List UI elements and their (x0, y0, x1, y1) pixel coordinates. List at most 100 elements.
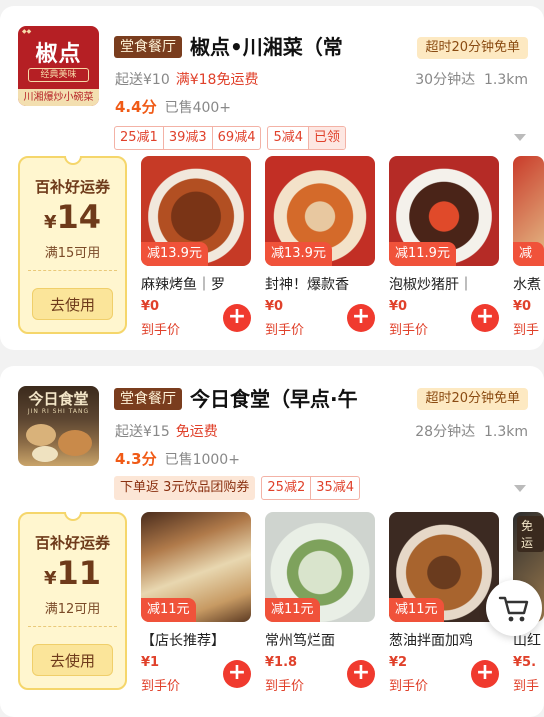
coupon-divider (28, 626, 117, 627)
promo-item: 35减4 (310, 477, 359, 499)
eta-distance: 30分钟达 1.3km (415, 69, 528, 89)
use-coupon-button[interactable]: 去使用 (32, 644, 113, 676)
dish-price: ¥5. (513, 655, 537, 670)
discount-tag: 减11元 (389, 598, 444, 622)
dish-price: ¥0 (513, 299, 532, 314)
shop-logo[interactable]: 今日食堂 JIN RI SHI TANG (18, 386, 99, 466)
dish-price: ¥0 (265, 299, 284, 314)
coupon-currency: ¥ (43, 212, 57, 233)
dish-name: 麻辣烤鱼｜罗 (141, 277, 225, 293)
promo-item: 69减4 (211, 127, 261, 149)
logo-food (58, 430, 92, 456)
coupon-amount: ¥14 (20, 198, 125, 236)
free-shipping-tag: 免运 (517, 516, 544, 552)
delivery-fee: 免运费 (175, 424, 218, 440)
cashback-promo[interactable]: 下单返 3元饮品团购券 (114, 476, 256, 500)
min-order: 起送¥10 (115, 72, 170, 88)
dish-name: 泡椒炒猪肝｜ (389, 277, 473, 293)
net-price-label: 到手 (513, 323, 540, 338)
logo-main-text: 椒点 (35, 41, 82, 67)
shop-card[interactable]: 今日食堂 JIN RI SHI TANG 堂食餐厅 今日食堂（早点·午 超时20… (0, 366, 544, 717)
distance: 1.3km (483, 424, 528, 440)
dish-price: ¥1.8 (265, 655, 298, 670)
net-price-label: 到手价 (389, 679, 429, 694)
promo-item: 25减2 (267, 480, 306, 495)
logo-mark: ◆◆ (22, 28, 32, 35)
logo-bottom-text: 川湘爆炒小碗菜 (18, 89, 99, 106)
lucky-coupon[interactable]: 百补好运券 ¥14 满15可用 去使用 (18, 156, 127, 334)
discount-tiers[interactable]: 25减2 35减4 (261, 476, 361, 500)
plus-icon[interactable]: + (223, 304, 251, 332)
plus-icon[interactable]: + (347, 304, 375, 332)
lucky-coupon[interactable]: 百补好运券 ¥11 满12可用 去使用 (18, 512, 127, 690)
delivery-info: 起送¥10 满¥18免运费 (115, 69, 258, 89)
shop-card[interactable]: ◆◆ 椒点 经典美味 川湘爆炒小碗菜 堂食餐厅 椒点•川湘菜（常 超时20分钟免… (0, 6, 544, 350)
shopping-cart-icon (498, 596, 529, 622)
dish-price: ¥0 (389, 299, 408, 314)
promo-item: 5减4 (273, 130, 304, 145)
use-coupon-button[interactable]: 去使用 (32, 288, 113, 320)
discount-tag: 减11.9元 (389, 242, 456, 266)
dish-price: ¥0 (141, 299, 160, 314)
late-free-badge: 超时20分钟免单 (417, 37, 528, 59)
dish-name: 【店长推荐】 (141, 633, 225, 649)
plus-icon[interactable]: + (471, 304, 499, 332)
dish-price: ¥1 (141, 655, 160, 670)
claimed-coupon[interactable]: 5减4 已领 (267, 126, 347, 150)
late-free-badge: 超时20分钟免单 (417, 388, 528, 410)
shop-name[interactable]: 椒点•川湘菜（常 (190, 31, 343, 60)
chevron-down-icon[interactable] (514, 134, 526, 141)
discount-tag: 减13.9元 (141, 242, 208, 266)
coupon-value: 11 (56, 554, 102, 592)
net-price-label: 到手价 (141, 679, 181, 694)
sold-count: 已售400+ (164, 100, 232, 116)
shop-name[interactable]: 今日食堂（早点·午 (190, 383, 358, 412)
promo-item: 39减3 (162, 127, 212, 149)
delivery-fee: 满¥18免运费 (175, 72, 259, 88)
floating-cart-button[interactable] (486, 580, 542, 636)
plus-icon[interactable]: + (223, 660, 251, 688)
dish-name: 水煮 (513, 277, 541, 293)
discount-tag: 减11元 (141, 598, 196, 622)
promo-item: 25减1 (120, 130, 158, 145)
coupon-amount: ¥11 (20, 554, 125, 592)
rating: 4.4分 (115, 98, 157, 116)
dish-price: ¥2 (389, 655, 408, 670)
promo-row: 下单返 3元饮品团购券 25减2 35减4 (114, 476, 361, 500)
coupon-title: 百补好运券 (34, 534, 110, 552)
delivery-info: 起送¥15 免运费 (115, 421, 218, 441)
plus-icon[interactable]: + (471, 660, 499, 688)
dish-item-partial[interactable]: 减1 水煮 ¥0 到手 (513, 156, 544, 346)
discount-tag: 减13.9元 (265, 242, 332, 266)
dish-name: 常州笃烂面 (265, 633, 335, 649)
coupon-condition: 满15可用 (44, 246, 101, 261)
logo-food (32, 446, 58, 462)
shop-logo[interactable]: ◆◆ 椒点 经典美味 川湘爆炒小碗菜 (18, 26, 99, 106)
claimed-label: 已领 (308, 127, 346, 149)
eta-distance: 28分钟达 1.3km (415, 421, 528, 441)
dine-in-tag: 堂食餐厅 (114, 388, 182, 410)
dish-name: 葱油拌面加鸡 (389, 633, 473, 649)
sold-count: 已售1000+ (164, 452, 240, 468)
chevron-down-icon[interactable] (514, 485, 526, 492)
net-price-label: 到手价 (265, 323, 305, 338)
rating-row: 4.4分 已售400+ (115, 96, 231, 117)
coupon-title: 百补好运券 (34, 178, 110, 196)
discount-tag: 减11元 (265, 598, 320, 622)
coupon-condition: 满12可用 (44, 602, 101, 617)
net-price-label: 到手价 (141, 323, 181, 338)
rating-row: 4.3分 已售1000+ (115, 448, 240, 469)
net-price-label: 到手价 (265, 679, 305, 694)
promo-row: 25减1 39减3 69减4 5减4 已领 (114, 126, 347, 150)
logo-sub-text: JIN RI SHI TANG (27, 408, 90, 415)
logo-tagline: 经典美味 (28, 68, 89, 82)
discount-tag: 减1 (513, 242, 544, 285)
coupon-notch (64, 156, 82, 165)
coupon-divider (28, 270, 117, 271)
dish-name: 封神！爆款香 (265, 277, 349, 293)
net-price-label: 到手 (513, 679, 540, 694)
discount-tiers[interactable]: 25减1 39减3 69减4 (114, 126, 262, 150)
net-price-label: 到手价 (389, 323, 429, 338)
coupon-currency: ¥ (43, 568, 57, 589)
plus-icon[interactable]: + (347, 660, 375, 688)
